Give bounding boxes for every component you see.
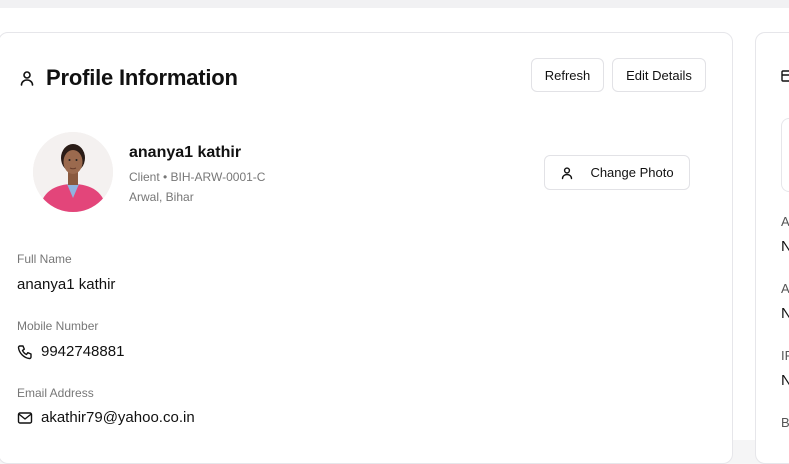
phone-icon: [17, 344, 33, 360]
email-text: akathir79@yahoo.co.in: [41, 409, 195, 426]
change-photo-button[interactable]: Change Photo: [544, 155, 690, 190]
mail-icon: [17, 410, 33, 426]
mobile-value: 9942748881: [17, 343, 124, 360]
user-icon: [18, 69, 36, 87]
side-value-2: N: [781, 305, 789, 322]
email-label: Email Address: [17, 386, 94, 400]
refresh-button[interactable]: Refresh: [531, 58, 604, 92]
avatar: [33, 132, 113, 212]
side-label-4: B: [781, 415, 789, 430]
calendar-icon: [781, 68, 789, 82]
user-icon: [560, 166, 574, 180]
page-title: Profile Information: [46, 65, 238, 90]
full-name-label: Full Name: [17, 252, 72, 266]
mobile-text: 9942748881: [41, 343, 125, 360]
full-name-value: ananya1 kathir: [17, 276, 115, 293]
side-label-3: IF: [781, 348, 789, 363]
side-box: [781, 118, 789, 192]
side-value-3: N: [781, 372, 789, 389]
profile-name: ananya1 kathir: [129, 144, 242, 161]
profile-title-row: Profile Information: [18, 58, 238, 98]
profile-location: Arwal, Bihar: [129, 190, 194, 204]
change-photo-label: Change Photo: [590, 165, 674, 180]
edit-details-button[interactable]: Edit Details: [612, 58, 706, 92]
side-label-2: A: [781, 281, 789, 296]
side-value-1: N: [781, 238, 789, 255]
mobile-label: Mobile Number: [17, 319, 99, 333]
profile-role: Client • BIH-ARW-0001-C: [129, 170, 266, 184]
top-bar: [0, 0, 789, 8]
side-label-1: A: [781, 214, 789, 229]
email-value: akathir79@yahoo.co.in: [17, 409, 195, 426]
full-name-text: ananya1 kathir: [17, 276, 116, 293]
